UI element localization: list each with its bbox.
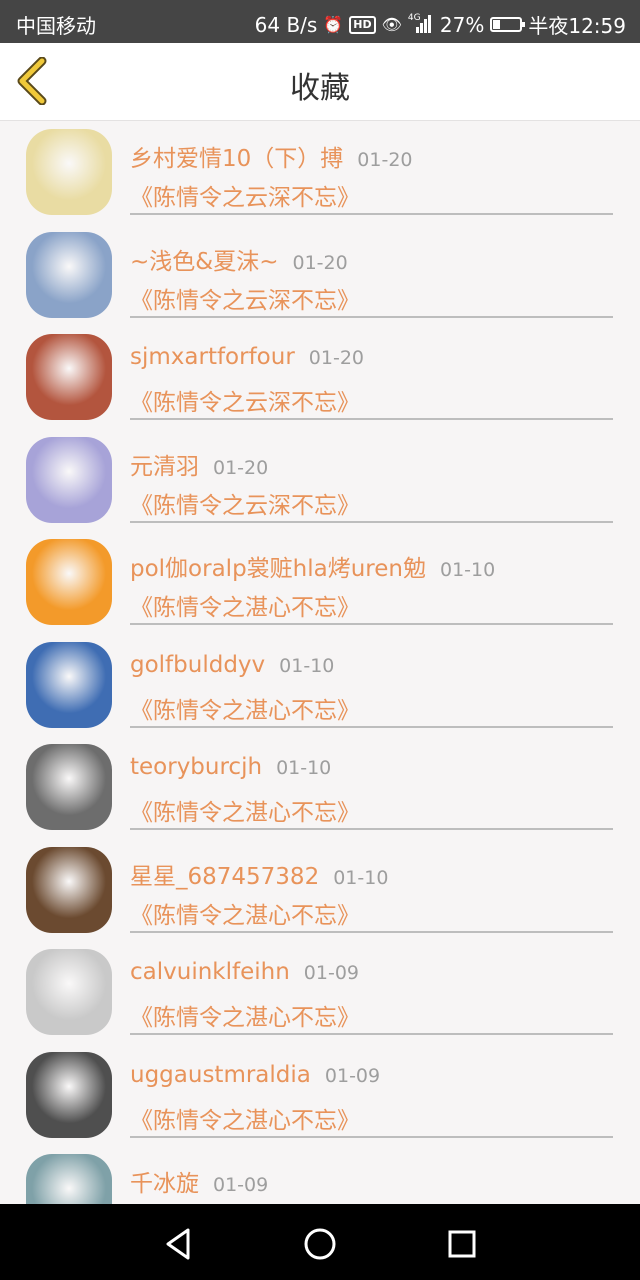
- favorite-date: 01-10: [279, 654, 335, 677]
- avatar[interactable]: [26, 1051, 112, 1138]
- avatar[interactable]: [26, 129, 112, 215]
- favorite-header: teoryburcjh 01-10: [130, 754, 331, 780]
- divider: [130, 930, 613, 933]
- page-title: 收藏: [290, 71, 350, 106]
- battery-percent: 27%: [439, 12, 485, 37]
- user-name: 乡村爱情10（下）搏: [130, 146, 344, 172]
- carrier-name: 中国移动: [16, 14, 96, 38]
- divider: [130, 725, 613, 728]
- circle-home-icon: [304, 1228, 336, 1260]
- status-bar: 中国移动 64 B/s ⏰ HD 👁 4G 27% 半夜12:59: [0, 0, 640, 43]
- favorite-item[interactable]: 千冰旋 01-09: [0, 1146, 640, 1204]
- favorite-header: ~浅色&夏沫~ 01-20: [130, 242, 348, 276]
- work-title[interactable]: 《陈情令之湛心不忘》: [130, 793, 360, 827]
- favorite-item[interactable]: uggaustmraldia 01-09 《陈情令之湛心不忘》: [0, 1044, 640, 1147]
- work-title[interactable]: 《陈情令之云深不忘》: [130, 281, 360, 315]
- user-name: 元清羽: [130, 453, 199, 480]
- divider: [130, 213, 613, 215]
- battery-icon: [490, 17, 526, 32]
- favorite-item[interactable]: 星星_687457382 01-10 《陈情令之湛心不忘》: [0, 839, 640, 942]
- divider: [130, 828, 613, 830]
- favorite-header: 星星_687457382 01-10: [130, 857, 388, 891]
- square-recents-icon: [448, 1230, 476, 1258]
- user-name: uggaustmraldia: [130, 1061, 311, 1088]
- user-name: teoryburcjh: [130, 754, 263, 780]
- hd-icon: HD: [349, 15, 376, 34]
- favorite-header: calvuinklfeihn 01-09: [130, 959, 359, 985]
- favorite-item[interactable]: sjmxartforfour 01-20 《陈情令之云深不忘》: [0, 326, 640, 429]
- favorite-header: 千冰旋 01-09: [130, 1164, 268, 1198]
- nav-home-button[interactable]: [300, 1224, 340, 1264]
- user-name: ~浅色&夏沫~: [130, 248, 279, 275]
- favorite-header: 乡村爱情10（下）搏 01-20: [130, 139, 413, 173]
- favorite-header: golfbulddyv 01-10: [130, 652, 334, 678]
- avatar[interactable]: [26, 949, 112, 1035]
- work-title[interactable]: 《陈情令之湛心不忘》: [130, 896, 360, 930]
- battery-fill: [493, 20, 501, 29]
- work-title[interactable]: 《陈情令之云深不忘》: [130, 178, 360, 212]
- divider: [130, 520, 613, 523]
- nav-back-button[interactable]: [160, 1224, 200, 1264]
- favorites-list: 乡村爱情10（下）搏 01-20 《陈情令之云深不忘》 ~浅色&夏沫~ 01-20 《陈情…: [0, 121, 640, 1204]
- alarm-icon: ⏰: [323, 14, 344, 34]
- avatar[interactable]: [26, 1154, 112, 1204]
- favorite-date: 01-10: [333, 866, 389, 889]
- avatar[interactable]: [26, 846, 112, 933]
- user-name: calvuinklfeihn: [130, 959, 290, 985]
- work-title[interactable]: 《陈情令之湛心不忘》: [130, 1101, 360, 1135]
- user-name: golfbulddyv: [130, 651, 266, 678]
- divider: [130, 315, 613, 318]
- signal-icon: 4G: [408, 13, 434, 35]
- favorite-date: 01-20: [308, 347, 365, 369]
- work-title[interactable]: 《陈情令之湛心不忘》: [130, 691, 360, 725]
- clock: 半夜12:59: [528, 14, 626, 38]
- avatar[interactable]: [26, 539, 112, 625]
- avatar[interactable]: [26, 231, 112, 318]
- divider: [130, 1135, 613, 1138]
- favorite-header: uggaustmraldia 01-09: [130, 1062, 380, 1088]
- favorite-date: 01-10: [440, 559, 496, 581]
- favorite-date: 01-20: [292, 251, 348, 274]
- favorite-header: 元清羽 01-20: [130, 447, 268, 481]
- avatar[interactable]: [26, 436, 112, 523]
- user-name: sjmxartforfour: [130, 344, 295, 370]
- favorite-date: 01-10: [276, 757, 332, 779]
- divider: [130, 623, 613, 625]
- favorite-item[interactable]: teoryburcjh 01-10 《陈情令之湛心不忘》: [0, 736, 640, 839]
- divider: [130, 1033, 613, 1035]
- nav-recents-button[interactable]: [442, 1224, 482, 1264]
- favorite-header: sjmxartforfour 01-20: [130, 344, 364, 370]
- header-bar: 收藏: [0, 43, 640, 121]
- favorite-date: 01-09: [324, 1064, 381, 1087]
- eye-icon: 👁: [381, 14, 402, 34]
- work-title[interactable]: 《陈情令之湛心不忘》: [130, 998, 360, 1032]
- triangle-back-icon: [166, 1228, 190, 1260]
- favorite-header: pol伽oralp裳赃hla烤uren勉 01-10: [130, 549, 495, 583]
- network-speed: 64 B/s: [254, 12, 318, 37]
- avatar[interactable]: [26, 334, 112, 420]
- user-name: 星星_687457382: [130, 863, 320, 890]
- user-name: 千冰旋: [130, 1171, 199, 1197]
- user-name: pol伽oralp裳赃hla烤uren勉: [130, 556, 426, 582]
- favorite-date: 01-09: [213, 1174, 269, 1196]
- favorite-date: 01-09: [303, 962, 360, 984]
- favorite-date: 01-20: [213, 456, 269, 479]
- avatar[interactable]: [26, 641, 112, 728]
- favorite-item[interactable]: 元清羽 01-20 《陈情令之云深不忘》: [0, 429, 640, 532]
- favorite-item[interactable]: 乡村爱情10（下）搏 01-20 《陈情令之云深不忘》: [0, 121, 640, 224]
- favorite-item[interactable]: golfbulddyv 01-10 《陈情令之湛心不忘》: [0, 634, 640, 737]
- divider: [130, 418, 613, 420]
- work-title[interactable]: 《陈情令之湛心不忘》: [130, 588, 360, 622]
- favorite-item[interactable]: calvuinklfeihn 01-09 《陈情令之湛心不忘》: [0, 941, 640, 1044]
- favorite-date: 01-20: [357, 149, 413, 171]
- favorite-item[interactable]: ~浅色&夏沫~ 01-20 《陈情令之云深不忘》: [0, 224, 640, 327]
- avatar[interactable]: [26, 744, 112, 830]
- favorite-item[interactable]: pol伽oralp裳赃hla烤uren勉 01-10 《陈情令之湛心不忘》: [0, 531, 640, 634]
- navigation-bar: [0, 1204, 640, 1280]
- work-title[interactable]: 《陈情令之云深不忘》: [130, 486, 360, 520]
- work-title[interactable]: 《陈情令之云深不忘》: [130, 383, 360, 417]
